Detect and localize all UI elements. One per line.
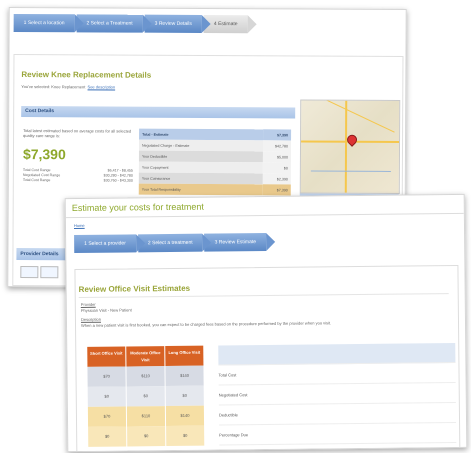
- office-visit-screen: Estimate your costs for treatment Home 1…: [64, 193, 468, 453]
- step-select-location[interactable]: 1 Select a location: [13, 13, 75, 33]
- table-row: Negotiated Charge - Estimate $42,780: [138, 139, 292, 152]
- estimate-header: Estimate your costs for treatment: [71, 201, 204, 214]
- table-row: $0 $0 $0 Percentage Due: [88, 423, 457, 447]
- cell-value: $0: [166, 425, 205, 447]
- see-description-link[interactable]: See description: [88, 84, 116, 89]
- column-long-visit: Long Office Visit: [165, 345, 204, 367]
- selection-summary: You've selected: Knee Replacement See de…: [21, 84, 115, 89]
- column-short-visit: Short Office Visit: [87, 346, 126, 367]
- table-header-row: Total - Estimate $7,390: [139, 128, 292, 141]
- cell-value: $0: [87, 386, 126, 407]
- provider-value: Physician Visit - New Patient: [80, 307, 132, 313]
- home-link[interactable]: Home: [74, 223, 85, 228]
- row-label: Deductible: [218, 403, 457, 426]
- provider-logo: [40, 266, 59, 279]
- column-moderate-visit: Moderate Office Visit: [126, 346, 165, 367]
- cell-value: $70: [87, 406, 127, 427]
- total-price: $7,390: [22, 146, 66, 163]
- step-select-treatment[interactable]: 2 Select a treatment: [137, 233, 203, 253]
- cell-value: $0: [165, 385, 204, 407]
- step-select-provider[interactable]: 1 Select a provider: [74, 234, 136, 254]
- step-select-treatment[interactable]: 2 Select a Treatment: [76, 14, 143, 33]
- header-spacer: [218, 343, 456, 366]
- map-pin-icon[interactable]: [344, 132, 360, 147]
- cell-value: $140: [165, 405, 205, 427]
- progress-steps: 1 Select a provider 2 Select a treatment…: [74, 232, 268, 254]
- provider-label: Provider: [80, 301, 96, 307]
- visit-estimate-table: Short Office Visit Moderate Office Visit…: [87, 343, 457, 447]
- cost-details-header: Cost Details: [21, 106, 296, 119]
- cell-value: $140: [165, 365, 204, 387]
- selection-text: You've selected: Knee Replacement: [21, 84, 86, 90]
- row-label: Negotiated Cost: [218, 383, 456, 406]
- progress-steps: 1 Select a location 2 Select a Treatment…: [13, 13, 250, 34]
- cell-value: $0: [127, 426, 166, 447]
- provider-logo: [20, 266, 39, 279]
- step-review-details[interactable]: 3 Review Details: [144, 14, 202, 33]
- page-title: Review Knee Replacement Details: [21, 70, 152, 80]
- table-row-total: Your Total Responsibility $7,390: [138, 183, 291, 196]
- cell-value: $110: [126, 366, 165, 387]
- cost-breakdown-table: Total - Estimate $7,390 Negotiated Charge…: [138, 128, 292, 196]
- cost-ranges: Total Cost Range $6,417 - $8,455 Negotiat…: [23, 168, 133, 184]
- cell-value: $0: [88, 426, 127, 447]
- cost-intro: Total latest estimated based on average …: [23, 128, 132, 139]
- step-review-estimate[interactable]: 3 Review Estimate: [204, 232, 267, 252]
- cell-value: $70: [87, 366, 126, 387]
- description-label: Description: [80, 316, 101, 322]
- table-row: Your Deductible $5,000: [138, 150, 291, 163]
- cell-value: $110: [126, 406, 166, 427]
- office-visit-title: Review Office Visit Estimates: [78, 283, 191, 294]
- table-row: Your Coinsurance $2,390: [138, 172, 291, 185]
- row-label: Percentage Due: [219, 423, 457, 446]
- row-label: Total Cost: [218, 363, 456, 386]
- location-map[interactable]: [299, 99, 401, 195]
- table-row: Your Copayment $0: [138, 161, 291, 174]
- cell-value: $0: [126, 386, 165, 407]
- range-row: Total Cost Range $30,760 - $43,300: [22, 178, 133, 183]
